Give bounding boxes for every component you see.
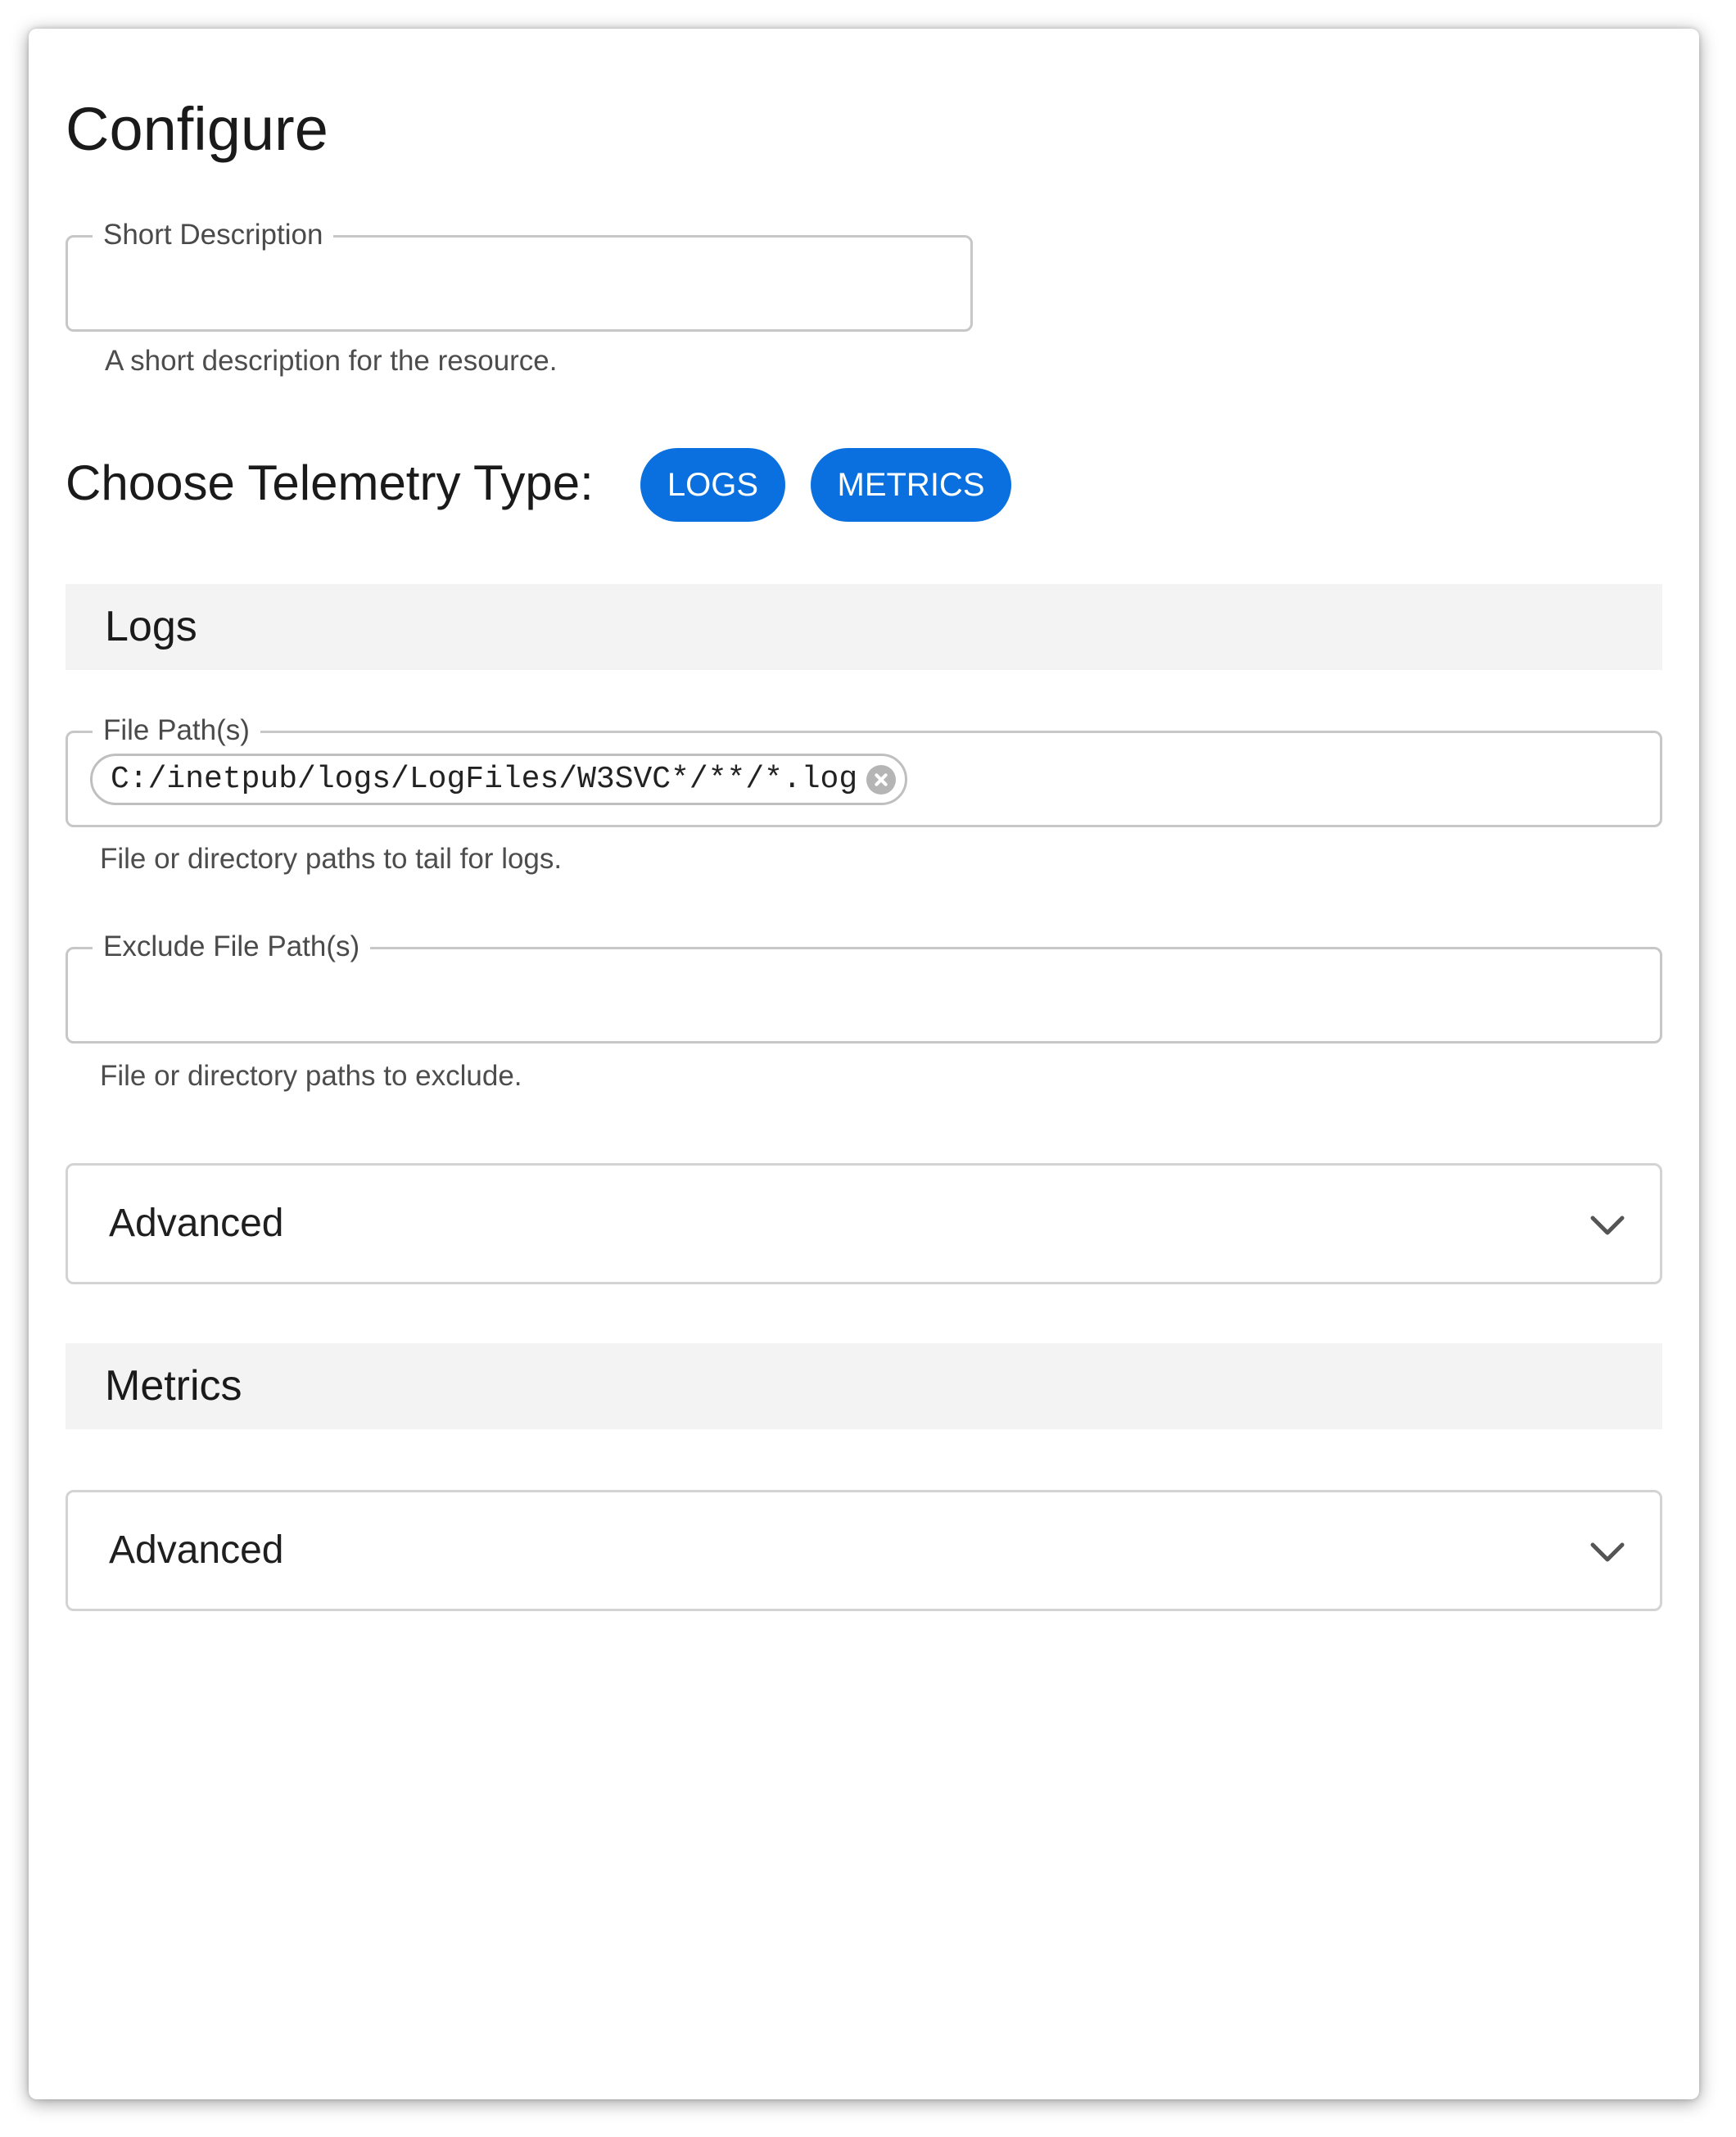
logs-advanced-accordion[interactable]: Advanced xyxy=(66,1163,1662,1284)
metrics-type-button[interactable]: METRICS xyxy=(811,448,1011,522)
file-paths-label: File Path(s) xyxy=(93,714,260,747)
page-title: Configure xyxy=(66,95,328,163)
short-description-input[interactable] xyxy=(84,238,957,331)
logs-advanced-label: Advanced xyxy=(109,1202,284,1245)
logs-section-title: Logs xyxy=(105,603,197,650)
file-path-chip-text: C:/inetpub/logs/LogFiles/W3SVC*/**/*.log xyxy=(111,762,858,797)
metrics-advanced-accordion[interactable]: Advanced xyxy=(66,1490,1662,1611)
file-paths-field[interactable]: File Path(s) C:/inetpub/logs/LogFiles/W3… xyxy=(66,714,1662,827)
logs-type-button[interactable]: LOGS xyxy=(640,448,785,522)
file-path-chip: C:/inetpub/logs/LogFiles/W3SVC*/**/*.log xyxy=(90,754,908,805)
file-paths-help: File or directory paths to tail for logs… xyxy=(100,843,563,875)
metrics-section-title: Metrics xyxy=(105,1362,242,1410)
remove-chip-icon[interactable] xyxy=(866,765,897,795)
logs-section-header: Logs xyxy=(66,584,1662,670)
short-description-help: A short description for the resource. xyxy=(105,345,558,377)
short-description-field[interactable]: Short Description xyxy=(66,219,973,332)
chevron-down-icon xyxy=(1590,1542,1625,1562)
exclude-file-paths-input[interactable] xyxy=(84,949,1647,1043)
metrics-advanced-label: Advanced xyxy=(109,1528,284,1572)
chevron-down-icon xyxy=(1590,1216,1625,1235)
telemetry-type-label: Choose Telemetry Type: xyxy=(66,455,594,510)
exclude-file-paths-help: File or directory paths to exclude. xyxy=(100,1060,522,1092)
exclude-file-paths-field[interactable]: Exclude File Path(s) xyxy=(66,930,1662,1044)
metrics-section-header: Metrics xyxy=(66,1343,1662,1429)
